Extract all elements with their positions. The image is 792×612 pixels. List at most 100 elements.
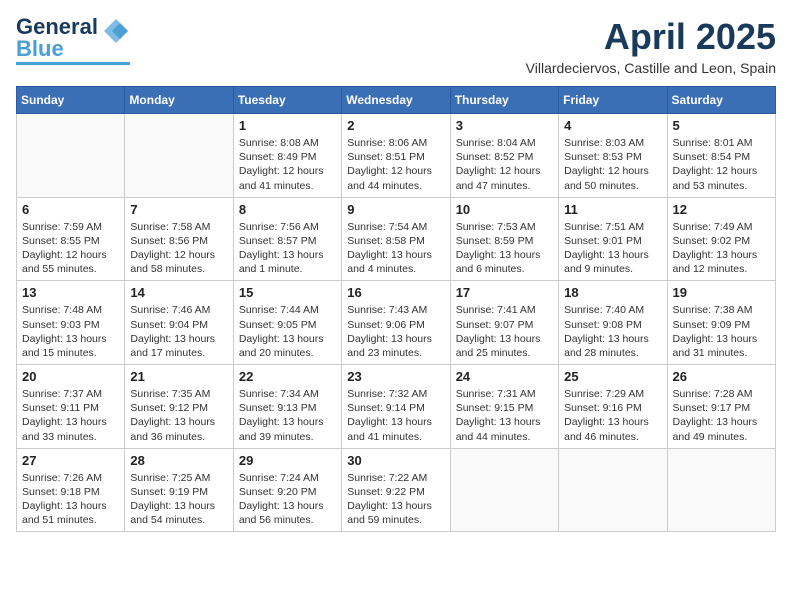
calendar-cell: 20Sunrise: 7:37 AM Sunset: 9:11 PM Dayli… <box>17 365 125 449</box>
day-info: Sunrise: 7:34 AM Sunset: 9:13 PM Dayligh… <box>239 387 336 444</box>
day-info: Sunrise: 7:24 AM Sunset: 9:20 PM Dayligh… <box>239 471 336 528</box>
day-info: Sunrise: 7:51 AM Sunset: 9:01 PM Dayligh… <box>564 220 661 277</box>
day-info: Sunrise: 7:28 AM Sunset: 9:17 PM Dayligh… <box>673 387 770 444</box>
day-number: 3 <box>456 118 553 133</box>
logo-blue: Blue <box>16 36 64 61</box>
week-row-5: 27 Sunrise: 7:26 AM Sunset: 9:18 PM Dayli… <box>17 448 776 532</box>
title-block: April 2025 Villardeciervos, Castille and… <box>526 16 776 76</box>
day-number: 4 <box>564 118 661 133</box>
day-info: Sunrise: 7:59 AM Sunset: 8:55 PM Dayligh… <box>22 220 119 277</box>
calendar-cell: 28Sunrise: 7:25 AM Sunset: 9:19 PM Dayli… <box>125 448 233 532</box>
calendar-cell: 6 Sunrise: 7:59 AM Sunset: 8:55 PM Daylig… <box>17 197 125 281</box>
day-info: Sunrise: 7:53 AM Sunset: 8:59 PM Dayligh… <box>456 220 553 277</box>
day-number: 30 <box>347 453 444 468</box>
calendar-cell: 30 Sunrise: 7:22 AM Sunset: 9:22 PM Dayli… <box>342 448 450 532</box>
calendar-cell: 25 Sunrise: 7:29 AM Sunset: 9:16 PM Dayli… <box>559 365 667 449</box>
weekday-header-friday: Friday <box>559 87 667 114</box>
week-row-3: 13 Sunrise: 7:48 AM Sunset: 9:03 PM Dayli… <box>17 281 776 365</box>
day-number: 23 <box>347 369 444 384</box>
day-info: Sunrise: 7:35 AM Sunset: 9:12 PM Dayligh… <box>130 387 227 444</box>
calendar-cell <box>125 114 233 198</box>
day-info: Sunrise: 7:44 AM Sunset: 9:05 PM Dayligh… <box>239 303 336 360</box>
day-info: Sunrise: 8:04 AM Sunset: 8:52 PM Dayligh… <box>456 136 553 193</box>
day-number: 25 <box>564 369 661 384</box>
day-number: 7 <box>130 202 227 217</box>
day-info: Sunrise: 7:46 AM Sunset: 9:04 PM Dayligh… <box>130 303 227 360</box>
day-info: Sunrise: 7:22 AM Sunset: 9:22 PM Dayligh… <box>347 471 444 528</box>
logo: GeneralBlue <box>16 16 130 65</box>
day-info: Sunrise: 7:49 AM Sunset: 9:02 PM Dayligh… <box>673 220 770 277</box>
calendar-cell: 9Sunrise: 7:54 AM Sunset: 8:58 PM Daylig… <box>342 197 450 281</box>
calendar-cell: 17 Sunrise: 7:41 AM Sunset: 9:07 PM Dayli… <box>450 281 558 365</box>
day-number: 9 <box>347 202 444 217</box>
day-number: 15 <box>239 285 336 300</box>
weekday-header-saturday: Saturday <box>667 87 775 114</box>
calendar-cell: 23Sunrise: 7:32 AM Sunset: 9:14 PM Dayli… <box>342 365 450 449</box>
day-number: 2 <box>347 118 444 133</box>
calendar-cell: 26Sunrise: 7:28 AM Sunset: 9:17 PM Dayli… <box>667 365 775 449</box>
calendar-cell: 22Sunrise: 7:34 AM Sunset: 9:13 PM Dayli… <box>233 365 341 449</box>
calendar-cell: 21 Sunrise: 7:35 AM Sunset: 9:12 PM Dayli… <box>125 365 233 449</box>
day-number: 12 <box>673 202 770 217</box>
day-info: Sunrise: 8:03 AM Sunset: 8:53 PM Dayligh… <box>564 136 661 193</box>
calendar-cell: 16 Sunrise: 7:43 AM Sunset: 9:06 PM Dayli… <box>342 281 450 365</box>
calendar-cell: 3 Sunrise: 8:04 AM Sunset: 8:52 PM Daylig… <box>450 114 558 198</box>
calendar-cell: 5Sunrise: 8:01 AM Sunset: 8:54 PM Daylig… <box>667 114 775 198</box>
weekday-header-tuesday: Tuesday <box>233 87 341 114</box>
location: Villardeciervos, Castille and Leon, Spai… <box>526 60 776 76</box>
month-title: April 2025 <box>526 16 776 58</box>
page-header: GeneralBlue April 2025 Villardeciervos, … <box>16 16 776 76</box>
weekday-header-wednesday: Wednesday <box>342 87 450 114</box>
calendar-cell <box>450 448 558 532</box>
weekday-header-monday: Monday <box>125 87 233 114</box>
calendar-cell: 18 Sunrise: 7:40 AM Sunset: 9:08 PM Dayli… <box>559 281 667 365</box>
day-number: 29 <box>239 453 336 468</box>
day-info: Sunrise: 7:58 AM Sunset: 8:56 PM Dayligh… <box>130 220 227 277</box>
calendar-cell: 15 Sunrise: 7:44 AM Sunset: 9:05 PM Dayli… <box>233 281 341 365</box>
day-number: 24 <box>456 369 553 384</box>
calendar-table: SundayMondayTuesdayWednesdayThursdayFrid… <box>16 86 776 532</box>
day-info: Sunrise: 7:56 AM Sunset: 8:57 PM Dayligh… <box>239 220 336 277</box>
day-number: 19 <box>673 285 770 300</box>
day-number: 11 <box>564 202 661 217</box>
week-row-4: 20Sunrise: 7:37 AM Sunset: 9:11 PM Dayli… <box>17 365 776 449</box>
calendar-cell: 14 Sunrise: 7:46 AM Sunset: 9:04 PM Dayli… <box>125 281 233 365</box>
calendar-cell: 4 Sunrise: 8:03 AM Sunset: 8:53 PM Daylig… <box>559 114 667 198</box>
day-info: Sunrise: 7:29 AM Sunset: 9:16 PM Dayligh… <box>564 387 661 444</box>
calendar-cell <box>559 448 667 532</box>
day-info: Sunrise: 7:40 AM Sunset: 9:08 PM Dayligh… <box>564 303 661 360</box>
day-number: 16 <box>347 285 444 300</box>
day-info: Sunrise: 8:08 AM Sunset: 8:49 PM Dayligh… <box>239 136 336 193</box>
calendar-cell: 8 Sunrise: 7:56 AM Sunset: 8:57 PM Daylig… <box>233 197 341 281</box>
weekday-header-row: SundayMondayTuesdayWednesdayThursdayFrid… <box>17 87 776 114</box>
logo-underline <box>16 62 130 65</box>
weekday-header-sunday: Sunday <box>17 87 125 114</box>
calendar-cell: 2 Sunrise: 8:06 AM Sunset: 8:51 PM Daylig… <box>342 114 450 198</box>
day-info: Sunrise: 8:06 AM Sunset: 8:51 PM Dayligh… <box>347 136 444 193</box>
day-info: Sunrise: 7:41 AM Sunset: 9:07 PM Dayligh… <box>456 303 553 360</box>
day-number: 14 <box>130 285 227 300</box>
day-number: 5 <box>673 118 770 133</box>
day-info: Sunrise: 7:26 AM Sunset: 9:18 PM Dayligh… <box>22 471 119 528</box>
calendar-cell: 11 Sunrise: 7:51 AM Sunset: 9:01 PM Dayli… <box>559 197 667 281</box>
logo-icon <box>102 17 130 50</box>
calendar-cell: 12 Sunrise: 7:49 AM Sunset: 9:02 PM Dayli… <box>667 197 775 281</box>
day-number: 8 <box>239 202 336 217</box>
day-number: 27 <box>22 453 119 468</box>
day-number: 1 <box>239 118 336 133</box>
calendar-cell: 7 Sunrise: 7:58 AM Sunset: 8:56 PM Daylig… <box>125 197 233 281</box>
logo-text: GeneralBlue <box>16 16 98 60</box>
day-info: Sunrise: 7:43 AM Sunset: 9:06 PM Dayligh… <box>347 303 444 360</box>
calendar-cell: 29 Sunrise: 7:24 AM Sunset: 9:20 PM Dayli… <box>233 448 341 532</box>
day-number: 21 <box>130 369 227 384</box>
calendar-cell: 13 Sunrise: 7:48 AM Sunset: 9:03 PM Dayli… <box>17 281 125 365</box>
calendar-cell: 24Sunrise: 7:31 AM Sunset: 9:15 PM Dayli… <box>450 365 558 449</box>
day-number: 6 <box>22 202 119 217</box>
calendar-cell: 19Sunrise: 7:38 AM Sunset: 9:09 PM Dayli… <box>667 281 775 365</box>
day-number: 13 <box>22 285 119 300</box>
day-number: 17 <box>456 285 553 300</box>
weekday-header-thursday: Thursday <box>450 87 558 114</box>
day-number: 18 <box>564 285 661 300</box>
day-info: Sunrise: 7:48 AM Sunset: 9:03 PM Dayligh… <box>22 303 119 360</box>
day-number: 28 <box>130 453 227 468</box>
